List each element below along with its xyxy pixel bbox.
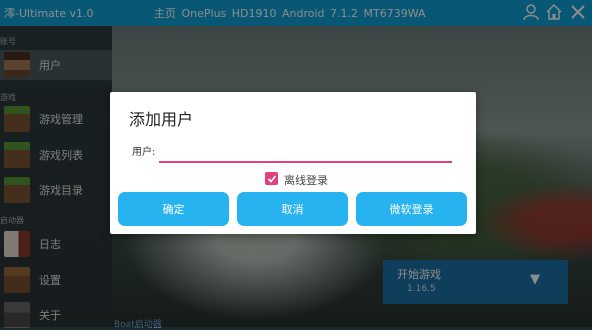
add-user-dialog: 添加用户 用户: 离线登录 确定 取消 微软登录 xyxy=(110,92,476,234)
username-input[interactable] xyxy=(159,145,452,163)
cancel-button[interactable]: 取消 xyxy=(237,192,348,226)
offline-login-checkbox[interactable] xyxy=(265,172,278,185)
checkmark-icon xyxy=(267,174,276,183)
confirm-button[interactable]: 确定 xyxy=(118,192,229,226)
dialog-title: 添加用户 xyxy=(129,110,194,129)
offline-login-label: 离线登录 xyxy=(284,174,328,187)
username-label: 用户: xyxy=(132,147,156,158)
microsoft-login-button[interactable]: 微软登录 xyxy=(356,192,467,226)
